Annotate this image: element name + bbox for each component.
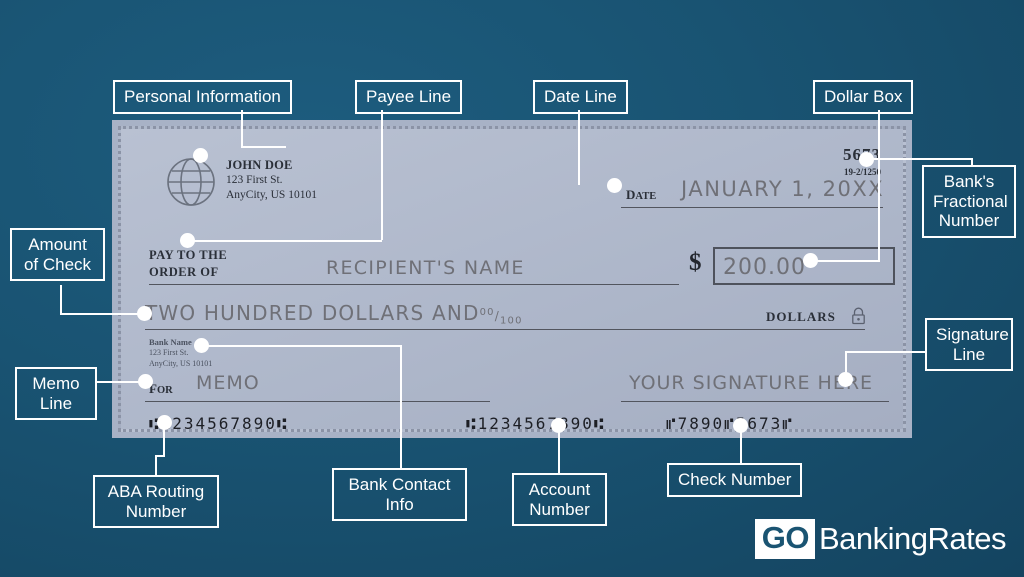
written-amount-fraction: 00/100	[479, 307, 523, 327]
leader-amount-v	[60, 285, 62, 313]
callout-dollar-box: Dollar Box	[813, 80, 914, 114]
callout-memo-line: Memo Line	[15, 367, 97, 421]
check-graphic: JOHN DOE 123 First St. AnyCity, US 10101…	[112, 120, 912, 438]
dot-memo-line	[138, 374, 153, 389]
leader-dollar-box-v	[878, 110, 880, 260]
pay-to-order-label: PAY TO THE ORDER OF	[149, 247, 227, 281]
callout-aba-routing-number: ABA Routing Number	[93, 475, 219, 529]
dot-dollar-box	[803, 253, 818, 268]
written-amount-rule	[145, 329, 865, 330]
signature-value: YOUR SIGNATURE HERE	[629, 372, 874, 394]
dot-personal-information	[193, 148, 208, 163]
bank-fractional-number: 19-2/1250	[844, 167, 881, 177]
fraction-numerator: 00	[479, 307, 495, 318]
callout-amount-of-check: Amount of Check	[10, 228, 105, 282]
personal-information-block: JOHN DOE 123 First St. AnyCity, US 10101	[226, 157, 317, 202]
dot-payee-line	[180, 233, 195, 248]
callout-signature-line: Signature Line	[925, 318, 1013, 372]
globe-icon	[166, 157, 216, 212]
leader-signature-h	[845, 351, 927, 353]
fraction-denominator: 100	[499, 315, 523, 327]
dot-signature-line	[838, 372, 853, 387]
leader-fractional-h	[866, 158, 973, 160]
logo-wordmark: BankingRates	[818, 521, 1007, 556]
date-rule	[621, 207, 883, 208]
leader-aba-v	[155, 455, 157, 477]
leader-date-line-v	[578, 110, 580, 185]
dot-date-line	[607, 178, 622, 193]
dot-aba-routing	[157, 415, 172, 430]
callout-account-number: Account Number	[512, 473, 607, 527]
date-value: JANUARY 1, 20XX	[681, 177, 885, 201]
written-amount-text: TWO HUNDRED DOLLARS AND	[145, 301, 480, 325]
dot-check-number	[733, 418, 748, 433]
dot-fractional	[859, 152, 874, 167]
leader-payee-line-v	[381, 110, 383, 240]
signature-rule	[621, 401, 889, 402]
dot-account-number	[551, 418, 566, 433]
micr-account-number: ⑆1234567890⑆	[466, 414, 606, 432]
written-amount: TWO HUNDRED DOLLARS AND00/100	[145, 301, 523, 326]
leader-personal-information-h	[241, 146, 286, 148]
leader-personal-information-v1	[241, 110, 243, 146]
lock-icon	[851, 307, 866, 330]
dollar-sign: $	[689, 249, 702, 276]
bank-city: AnyCity, US 10101	[149, 358, 213, 368]
leader-bank-contact-h	[200, 345, 401, 347]
callout-banks-fractional-number: Bank's Fractional Number	[922, 165, 1016, 238]
micr-check-number: ⑈7890⑈5673⑈	[666, 414, 794, 432]
memo-value: MEMO	[196, 372, 260, 394]
dollar-box: 200.00	[713, 247, 895, 285]
account-holder-name: JOHN DOE	[226, 158, 293, 172]
pay-to-line-1: PAY TO THE	[149, 248, 228, 262]
memo-rule	[145, 401, 490, 402]
leader-amount-h	[60, 313, 145, 315]
account-holder-city: AnyCity, US 10101	[226, 188, 317, 201]
leader-payee-line-h	[190, 240, 382, 242]
pay-to-line-2: ORDER OF	[149, 264, 219, 279]
gobankingrates-logo: GO BankingRates	[754, 519, 1007, 559]
callout-check-number: Check Number	[667, 463, 803, 497]
date-label: DATE	[626, 187, 657, 202]
callout-date-line: Date Line	[533, 80, 628, 114]
leader-bank-contact-v	[400, 345, 402, 469]
dot-amount-of-check	[137, 306, 152, 321]
dollars-label: DOLLARS	[766, 309, 836, 324]
check-face: JOHN DOE 123 First St. AnyCity, US 10101…	[118, 126, 906, 432]
account-holder-street: 123 First St.	[226, 174, 283, 186]
callout-personal-information: Personal Information	[113, 80, 292, 114]
logo-go-mark: GO	[754, 519, 815, 559]
dollar-amount-value: 200.00	[723, 255, 806, 280]
payee-value: RECIPIENT'S NAME	[326, 257, 525, 279]
leader-dollar-box-h	[812, 260, 880, 262]
callout-bank-contact-info: Bank Contact Info	[332, 468, 467, 522]
callout-payee-line: Payee Line	[355, 80, 463, 114]
payee-rule	[149, 284, 679, 285]
dot-bank-contact-info	[194, 338, 209, 353]
